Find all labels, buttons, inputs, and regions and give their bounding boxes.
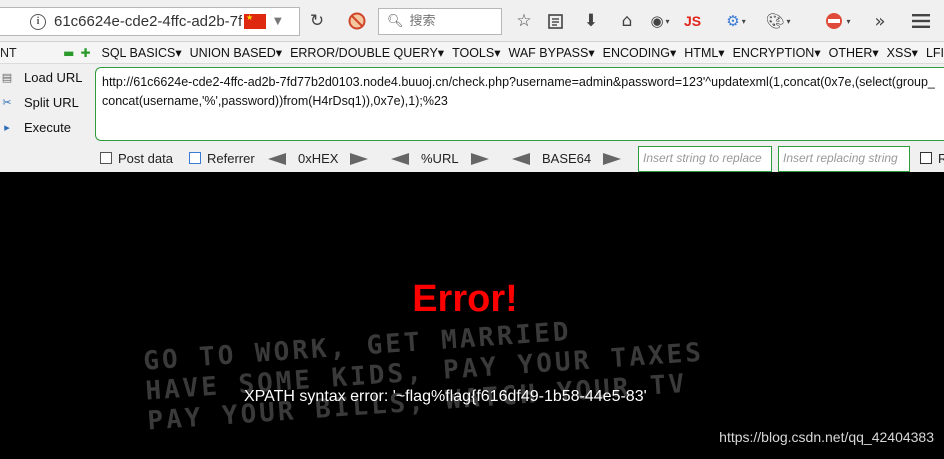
- replacing-string-input[interactable]: Insert replacing string: [778, 146, 910, 172]
- search-bar[interactable]: 🔍︎: [378, 8, 502, 35]
- menu-encoding[interactable]: ENCODING▾: [603, 45, 677, 60]
- user-agent-icon[interactable]: ◉ ▾: [645, 10, 675, 32]
- search-input[interactable]: [409, 14, 500, 29]
- execute-icon: ▸: [4, 120, 10, 134]
- load-url-button[interactable]: ▤ Load URL: [0, 66, 83, 88]
- menu-error-double-query[interactable]: ERROR/DOUBLE QUERY▾: [290, 45, 444, 60]
- javascript-toggle[interactable]: JS: [684, 13, 701, 29]
- error-message: XPATH syntax error: '~flag%flag{f616df49…: [244, 388, 647, 405]
- split-url-label: Split URL: [24, 94, 79, 110]
- execute-button[interactable]: ▸ Execute: [0, 116, 71, 138]
- url-label: %URL: [421, 151, 459, 166]
- watermark: https://blog.csdn.net/qq_42404383: [719, 429, 934, 445]
- base64-encode-arrow-icon[interactable]: [603, 152, 622, 165]
- hex-label: 0xHEX: [298, 151, 339, 166]
- hamburger-menu-icon[interactable]: [908, 10, 934, 32]
- navigation-toolbar: i 61c6624e-cde2-4ffc-ad2b-7f ▼ ↻ 🔍︎ ☆ ⬇ …: [0, 0, 944, 42]
- hackbar-options: Post data Referrer 0xHEX %URL BASE64 Ins…: [0, 146, 944, 172]
- url-textarea[interactable]: http://61c6624e-cde2-4ffc-ad2b-7fd77b2d0…: [95, 67, 944, 141]
- bookmark-star-icon[interactable]: ☆: [514, 10, 534, 32]
- execute-label: Execute: [24, 119, 71, 135]
- hex-decode-arrow-icon[interactable]: [268, 152, 286, 165]
- menu-tools[interactable]: TOOLS▾: [452, 45, 500, 60]
- collapse-icon[interactable]: ▬: [63, 46, 74, 60]
- dropdown-arrow-icon[interactable]: ▼: [274, 16, 282, 27]
- error-title: Error!: [412, 278, 518, 320]
- site-info-icon[interactable]: i: [30, 13, 46, 30]
- replace-all-checkbox[interactable]: [920, 152, 932, 164]
- menu-waf-bypass[interactable]: WAF BYPASS▾: [508, 45, 594, 60]
- china-flag-icon: [244, 13, 266, 29]
- split-url-icon: ✂: [2, 95, 12, 109]
- url-encode-arrow-icon[interactable]: [470, 152, 489, 165]
- overflow-chevron-icon[interactable]: »: [870, 10, 890, 32]
- reload-icon[interactable]: ↻: [306, 10, 328, 32]
- referrer-checkbox[interactable]: [189, 152, 201, 164]
- menu-lfi[interactable]: LFI: [926, 46, 944, 60]
- referrer-option[interactable]: Referrer: [189, 151, 255, 166]
- split-url-button[interactable]: ✂ Split URL: [0, 91, 79, 113]
- search-icon: 🔍︎: [387, 14, 404, 29]
- expand-icon[interactable]: ✚: [80, 46, 90, 60]
- background-text-art: GO TO WORK, GET MARRIED HAVE SOME KIDS, …: [142, 317, 704, 437]
- post-data-label: Post data: [118, 150, 173, 166]
- address-text[interactable]: 61c6624e-cde2-4ffc-ad2b-7f: [54, 13, 242, 30]
- menu-fragment[interactable]: NT: [0, 46, 60, 60]
- home-icon[interactable]: ⌂: [617, 10, 637, 32]
- base64-decode-arrow-icon[interactable]: [512, 152, 530, 165]
- proxy-icon[interactable]: ⚙ ▾: [720, 10, 752, 32]
- base64-encoder: BASE64: [512, 151, 622, 166]
- menu-sql-basics[interactable]: SQL BASICS▾: [102, 45, 182, 60]
- load-url-icon: ▤: [1, 70, 13, 84]
- hackbar-menu: NT ▬ ✚ SQL BASICS▾ UNION BASED▾ ERROR/DO…: [0, 42, 944, 64]
- load-url-label: Load URL: [24, 69, 83, 85]
- address-bar[interactable]: i 61c6624e-cde2-4ffc-ad2b-7f ▼: [0, 7, 300, 36]
- menu-html[interactable]: HTML▾: [684, 45, 724, 60]
- download-icon[interactable]: ⬇: [581, 10, 601, 32]
- replace-all-option[interactable]: R: [920, 151, 944, 166]
- url-encoder: %URL: [391, 151, 489, 166]
- menu-encryption[interactable]: ENCRYPTION▾: [733, 45, 821, 60]
- url-decode-arrow-icon[interactable]: [391, 152, 409, 165]
- post-data-checkbox[interactable]: [100, 152, 112, 164]
- menu-other[interactable]: OTHER▾: [829, 45, 879, 60]
- base64-label: BASE64: [542, 151, 592, 166]
- hex-encode-arrow-icon[interactable]: [350, 152, 369, 165]
- hex-encoder: 0xHEX: [268, 151, 369, 166]
- replace-string-input[interactable]: Insert string to replace: [638, 146, 772, 172]
- hackbar-icon[interactable]: ▾: [820, 10, 856, 32]
- page-content: GO TO WORK, GET MARRIED HAVE SOME KIDS, …: [0, 172, 944, 459]
- block-icon[interactable]: [346, 10, 368, 32]
- palette-icon[interactable]: 🎨︎ ▾: [764, 10, 792, 32]
- menu-union-based[interactable]: UNION BASED▾: [190, 45, 282, 60]
- replace-all-label: R: [938, 150, 944, 166]
- reading-list-icon[interactable]: [545, 10, 565, 32]
- hackbar-panel: ▤ Load URL ✂ Split URL ▸ Execute http://…: [0, 64, 944, 172]
- post-data-option[interactable]: Post data: [100, 151, 173, 166]
- referrer-label: Referrer: [207, 150, 255, 166]
- menu-xss[interactable]: XSS▾: [887, 45, 918, 60]
